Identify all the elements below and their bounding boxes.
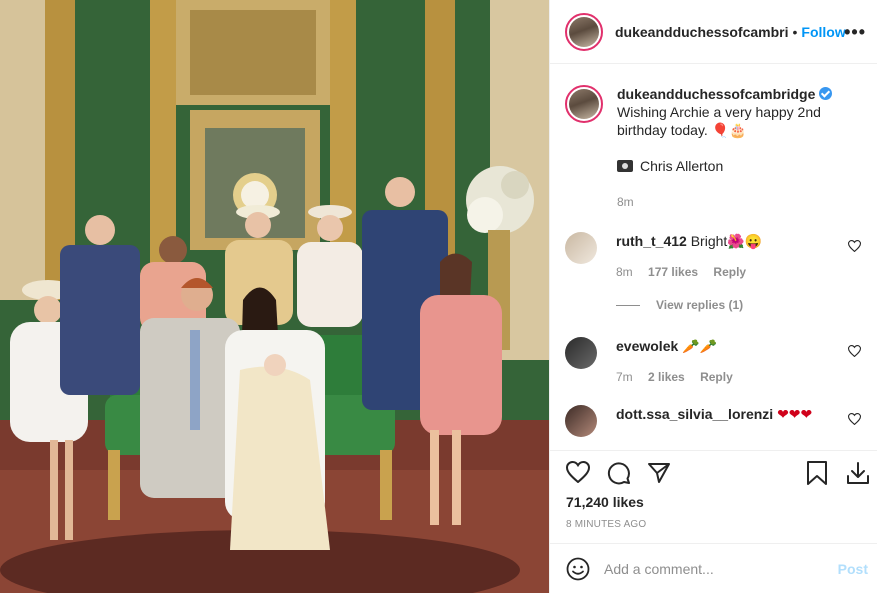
bookmark-icon[interactable] (806, 461, 828, 485)
comment-username[interactable]: dott.ssa_silvia__lorenzi (616, 406, 773, 422)
reply-button[interactable]: Reply (700, 370, 733, 384)
author-username[interactable]: dukeandduchessofcambri (615, 24, 789, 40)
commenter-avatar[interactable] (565, 405, 597, 437)
photo-credit: Chris Allerton (617, 157, 842, 175)
emoji-icon[interactable] (566, 557, 590, 581)
post-photo[interactable] (0, 0, 549, 593)
download-icon[interactable] (846, 461, 870, 485)
comment-text: Bright🌺😛 (690, 233, 763, 249)
comment-input[interactable] (604, 560, 824, 577)
verified-badge-icon (819, 87, 833, 100)
commenter-avatar[interactable] (565, 232, 597, 264)
comment-time[interactable]: 8m (616, 265, 633, 279)
comment-time[interactable]: 7m (616, 370, 633, 384)
family-portrait-image (0, 0, 549, 593)
comment-meta: 8m 177 likes Reply (616, 265, 758, 279)
comment-likes[interactable]: 2 likes (648, 370, 685, 384)
likes-count[interactable]: 71,240 likes (566, 494, 644, 510)
post-caption: dukeandduchessofcambridge Wishing Archie… (565, 85, 865, 211)
heart-icon[interactable] (566, 461, 590, 483)
comment-text: ❤❤❤ (777, 406, 813, 422)
view-replies-label: View replies (1) (656, 298, 744, 312)
post-details-panel: dukeandduchessofcambri • Follow ••• duke… (549, 0, 877, 593)
caption-text: Wishing Archie a very happy 2nd birthday… (617, 104, 821, 138)
header-separator: • (792, 23, 798, 40)
comment-username[interactable]: evewolek (616, 338, 678, 354)
comment-likes[interactable]: 177 likes (648, 265, 698, 279)
share-icon[interactable] (647, 461, 671, 485)
replies-divider (616, 304, 640, 306)
comment-username[interactable]: ruth_t_412 (616, 233, 687, 249)
comment-heart-icon[interactable] (848, 413, 861, 425)
comment-meta: 7m 2 likes Reply (616, 370, 745, 384)
reply-button[interactable]: Reply (713, 265, 746, 279)
post-comment-button[interactable]: Post (838, 561, 868, 577)
view-replies-button[interactable]: View replies (1) (616, 298, 743, 312)
camera-icon (617, 160, 633, 172)
post-actions: 71,240 likes 8 MINUTES AGO (550, 450, 877, 543)
caption-time[interactable]: 8m (617, 193, 842, 211)
post-viewer: dukeandduchessofcambri • Follow ••• duke… (0, 0, 877, 593)
follow-button[interactable]: Follow (801, 24, 845, 40)
author-avatar[interactable] (565, 12, 603, 51)
comment-heart-icon[interactable] (848, 345, 861, 357)
photo-credit-name: Chris Allerton (640, 158, 724, 174)
post-timestamp[interactable]: 8 MINUTES AGO (566, 519, 646, 530)
comment-text: 🥕🥕 (682, 338, 718, 354)
commenter-avatar[interactable] (565, 337, 597, 369)
post-header: dukeandduchessofcambri • Follow ••• (550, 0, 877, 64)
comment-icon[interactable] (607, 461, 631, 485)
comment-heart-icon[interactable] (848, 240, 861, 252)
more-options-icon[interactable]: ••• (844, 22, 866, 43)
comments-scroll-area[interactable]: dukeandduchessofcambridge Wishing Archie… (550, 65, 877, 450)
caption-avatar[interactable] (565, 85, 603, 123)
caption-username[interactable]: dukeandduchessofcambridge (617, 86, 815, 102)
add-comment-bar: Post (550, 543, 877, 593)
